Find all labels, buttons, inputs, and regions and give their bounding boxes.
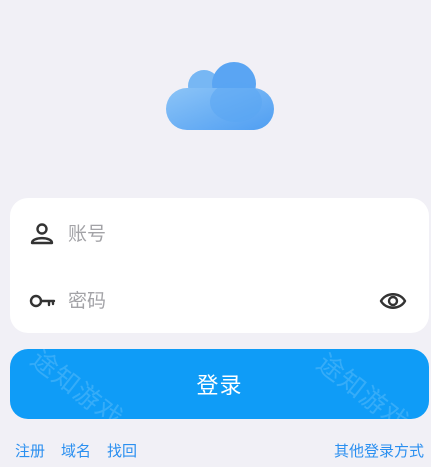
key-icon bbox=[29, 294, 56, 308]
bottom-links: 注册 域名 找回 其他登录方式 bbox=[0, 440, 431, 462]
login-card bbox=[10, 198, 429, 333]
cloud-logo bbox=[166, 62, 274, 130]
recover-link[interactable]: 找回 bbox=[107, 440, 137, 461]
domain-link[interactable]: 域名 bbox=[61, 440, 91, 461]
register-link[interactable]: 注册 bbox=[15, 440, 45, 461]
user-icon bbox=[30, 223, 54, 245]
account-field bbox=[10, 204, 429, 264]
eye-icon[interactable] bbox=[379, 288, 407, 314]
login-button[interactable]: 登录 途知游戏 途知游戏 bbox=[10, 349, 429, 419]
watermark-text: 途知游戏 bbox=[310, 349, 415, 419]
password-input[interactable] bbox=[68, 285, 358, 317]
login-button-label: 登录 bbox=[196, 374, 243, 399]
other-login-link[interactable]: 其他登录方式 bbox=[334, 440, 424, 461]
password-field bbox=[10, 271, 429, 331]
watermark-text: 途知游戏 bbox=[24, 349, 129, 419]
account-input[interactable] bbox=[68, 218, 358, 250]
